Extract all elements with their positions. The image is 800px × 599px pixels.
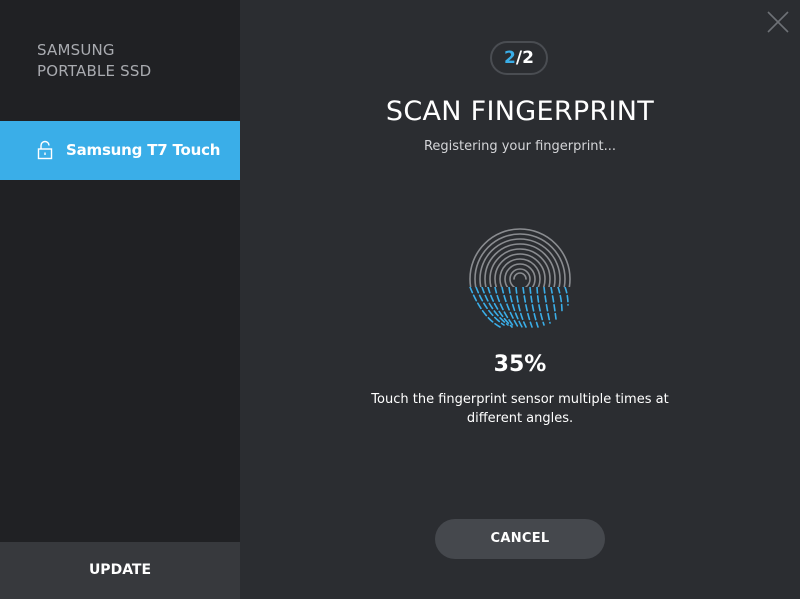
brand-line-1: SAMSUNG — [37, 41, 115, 59]
app-window: SAMSUNG PORTABLE SSD Samsung T7 Touch UP… — [0, 0, 800, 599]
instruction-text: Touch the fingerprint sensor multiple ti… — [371, 392, 669, 426]
sidebar-item-label: Samsung T7 Touch — [66, 141, 221, 159]
step-current: 2 — [504, 48, 516, 68]
unlocked-padlock-icon — [37, 140, 53, 160]
close-icon[interactable] — [766, 10, 790, 34]
page-title: SCAN FINGERPRINT — [385, 96, 655, 127]
fingerprint-icon — [469, 228, 571, 328]
sidebar-item-device[interactable]: Samsung T7 Touch — [0, 121, 240, 180]
brand-logo-text: SAMSUNG PORTABLE SSD — [37, 40, 151, 82]
step-indicator: 2/2 — [490, 41, 548, 75]
progress-percent: 35% — [493, 352, 547, 377]
brand-line-2: PORTABLE SSD — [37, 62, 152, 80]
sidebar: SAMSUNG PORTABLE SSD Samsung T7 Touch UP… — [0, 0, 240, 599]
update-button[interactable]: UPDATE — [0, 542, 240, 599]
status-text: Registering your fingerprint... — [423, 139, 617, 154]
step-total: 2 — [522, 48, 534, 68]
cancel-button[interactable]: CANCEL — [435, 519, 605, 559]
main-panel: 2/2 SCAN FINGERPRINT Registering your fi… — [240, 0, 800, 599]
